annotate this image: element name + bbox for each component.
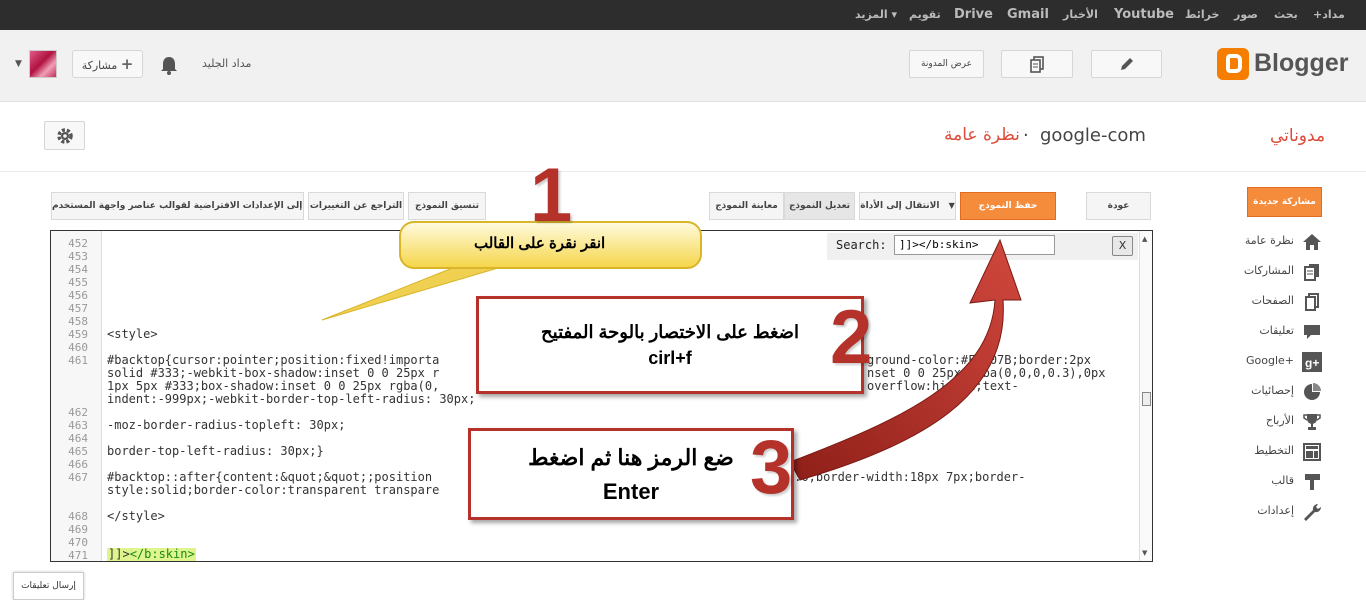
send-feedback-button[interactable]: إرسال تعليقات: [13, 572, 84, 600]
callout-2-box: اضغط على الاختصار بالوحة المفتيح cirl+f: [476, 296, 864, 394]
callout-3-text: ضع الرمز هنا ثم اضغط: [528, 445, 734, 470]
step-3-number: 3: [750, 425, 793, 510]
callout-3-box: ضع الرمز هنا ثم اضغط Enter: [468, 428, 794, 520]
step-1-number: 1: [530, 153, 573, 238]
callout-3-key: Enter: [602, 479, 660, 504]
callout-2-text: اضغط على الاختصار بالوحة المفتيح: [541, 322, 799, 342]
callout-1-pointer: [321, 264, 499, 321]
step-2-number: 2: [830, 295, 873, 380]
callout-2-key: cirl+f: [648, 348, 692, 368]
